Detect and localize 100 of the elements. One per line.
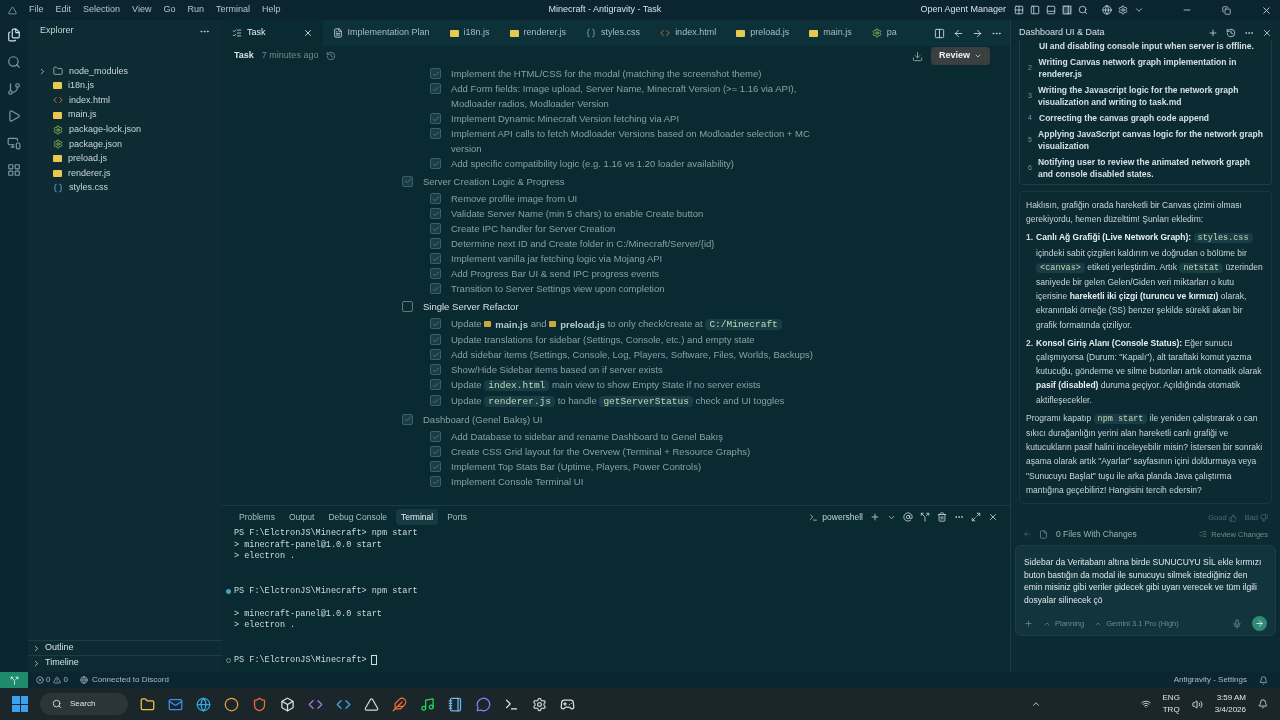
menu-item[interactable]: Run xyxy=(187,3,204,17)
chat-input-box[interactable] xyxy=(1015,545,1276,637)
editor-tab[interactable]: main.js xyxy=(799,20,862,46)
clock-time[interactable]: 3:59 AM xyxy=(1216,692,1246,704)
checkbox[interactable] xyxy=(430,193,441,204)
menu-item[interactable]: Go xyxy=(163,3,176,17)
triangle-icon[interactable] xyxy=(364,696,379,712)
close-tab-icon[interactable] xyxy=(302,28,313,38)
file-link[interactable]: main.js xyxy=(484,316,529,332)
checkbox[interactable] xyxy=(430,379,441,390)
editor-tab[interactable]: i18n.js xyxy=(439,20,500,46)
file-tree-item[interactable]: package-lock.json xyxy=(28,122,222,137)
checkbox[interactable] xyxy=(430,83,441,94)
checkbox[interactable] xyxy=(430,208,441,219)
new-terminal-icon[interactable] xyxy=(870,512,880,522)
notepad-icon[interactable] xyxy=(448,696,463,712)
microphone-icon[interactable] xyxy=(1232,618,1242,629)
files-icon[interactable] xyxy=(7,28,21,42)
send-button[interactable] xyxy=(1252,616,1267,632)
search-icon[interactable] xyxy=(1078,5,1088,15)
account-caret-icon[interactable] xyxy=(1134,5,1144,15)
game-icon[interactable] xyxy=(560,696,575,712)
add-icon[interactable] xyxy=(1024,619,1033,629)
extensions-icon[interactable] xyxy=(7,163,21,177)
menu-item[interactable]: View xyxy=(132,3,152,17)
file-tree-item[interactable]: i18n.js xyxy=(28,78,222,94)
panel-tab[interactable]: Ports xyxy=(442,508,472,526)
split-terminal-icon[interactable] xyxy=(920,512,930,522)
menu-item[interactable]: File xyxy=(29,3,44,17)
mail-icon[interactable] xyxy=(168,696,183,712)
shell-selector[interactable]: powershell xyxy=(809,510,863,524)
clock-date[interactable]: 3/4/2026 xyxy=(1214,704,1246,716)
editor-tab[interactable]: Implementation Plan xyxy=(322,20,440,46)
warning-count[interactable]: 0 xyxy=(63,674,68,686)
checkbox[interactable] xyxy=(402,413,413,425)
checkbox[interactable] xyxy=(430,158,441,169)
branch-icon[interactable] xyxy=(7,82,21,96)
editor-tab[interactable]: renderer.js xyxy=(499,20,577,46)
checkbox[interactable] xyxy=(430,253,441,264)
layout-icon[interactable] xyxy=(1014,5,1024,15)
close-icon[interactable] xyxy=(1262,28,1272,38)
forward-icon[interactable] xyxy=(972,27,983,39)
error-count[interactable]: 0 xyxy=(46,674,51,686)
checkbox[interactable] xyxy=(430,349,441,360)
tray-expand-icon[interactable] xyxy=(1030,699,1041,709)
back-icon[interactable] xyxy=(953,27,964,39)
editor-tab[interactable]: preload.js xyxy=(726,20,800,46)
volume-icon[interactable] xyxy=(1191,698,1203,710)
checkbox[interactable] xyxy=(430,334,441,345)
globe-icon[interactable] xyxy=(196,696,211,712)
close-icon[interactable] xyxy=(1261,4,1272,16)
editor-tab[interactable]: pa xyxy=(861,20,907,46)
split-editor-icon[interactable] xyxy=(934,27,945,39)
checkbox[interactable] xyxy=(402,175,413,187)
folder-icon[interactable] xyxy=(140,696,155,712)
search-icon[interactable] xyxy=(7,55,21,69)
menu-item[interactable]: Help xyxy=(261,3,281,17)
checkbox[interactable] xyxy=(430,476,441,487)
terminal-icon[interactable] xyxy=(504,696,519,712)
globe-icon[interactable] xyxy=(1102,5,1112,15)
editor-tab[interactable]: Task xyxy=(222,20,323,46)
add-icon[interactable] xyxy=(1208,28,1218,38)
file-tree-item[interactable]: main.js xyxy=(28,107,222,123)
checkbox[interactable] xyxy=(430,283,441,294)
review-button[interactable]: Review xyxy=(930,47,990,65)
checkbox[interactable] xyxy=(430,364,441,375)
checkbox[interactable] xyxy=(402,300,413,312)
sidebar-section-header[interactable]: Timeline xyxy=(28,655,222,670)
music-icon[interactable] xyxy=(420,696,435,712)
shield-icon[interactable] xyxy=(252,696,267,712)
file-tree-item[interactable]: index.html xyxy=(28,93,222,108)
panel-tab[interactable]: Terminal xyxy=(396,508,439,526)
history-icon[interactable] xyxy=(326,51,337,61)
panel-left-icon[interactable] xyxy=(1030,5,1040,15)
checkbox[interactable] xyxy=(430,431,441,442)
file-tree-item[interactable]: styles.css xyxy=(28,180,222,196)
checkbox[interactable] xyxy=(430,318,441,329)
history-icon[interactable] xyxy=(1226,28,1236,38)
run-debug-icon[interactable] xyxy=(7,109,21,123)
checkbox[interactable] xyxy=(430,128,441,139)
taskbar-search[interactable]: Search xyxy=(40,693,128,715)
editor-tab[interactable]: index.html xyxy=(650,20,727,46)
menu-item[interactable]: Selection xyxy=(83,3,121,17)
circle-icon[interactable] xyxy=(224,696,239,712)
feather-icon[interactable] xyxy=(392,696,407,712)
start-button[interactable] xyxy=(12,696,28,712)
checkbox[interactable] xyxy=(430,68,441,79)
menu-item[interactable]: Edit xyxy=(55,3,72,17)
gear-icon[interactable] xyxy=(532,696,547,712)
at-icon[interactable] xyxy=(903,512,913,522)
bell-icon[interactable] xyxy=(1259,675,1268,685)
open-agent-manager-button[interactable]: Open Agent Manager xyxy=(920,3,1006,17)
sidebar-section-header[interactable]: Outline xyxy=(28,640,222,655)
checkbox[interactable] xyxy=(430,446,441,457)
settings-icon[interactable] xyxy=(1118,5,1128,15)
checkbox[interactable] xyxy=(430,395,441,406)
panel-right-icon[interactable] xyxy=(1062,5,1072,15)
panel-tab[interactable]: Output xyxy=(283,508,320,526)
cube-icon[interactable] xyxy=(280,696,295,712)
network-icon[interactable] xyxy=(1140,699,1151,709)
